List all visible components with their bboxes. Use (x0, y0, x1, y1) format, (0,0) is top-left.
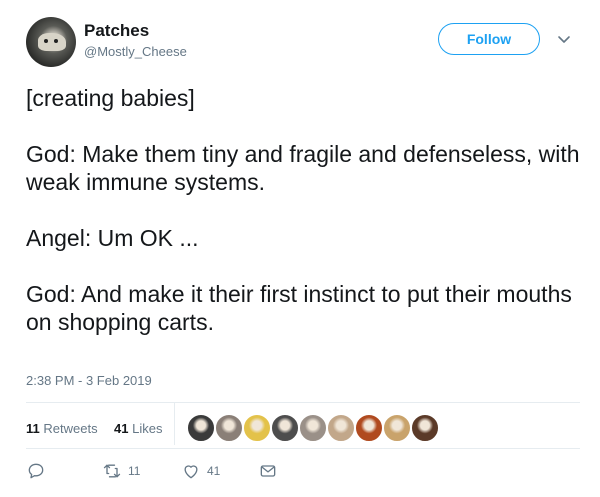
divider (26, 402, 580, 403)
retweets-count: 11 (26, 421, 40, 436)
liker-avatar[interactable] (186, 413, 216, 443)
tweet-paragraph: [creating babies] (26, 85, 195, 111)
tweet-header: Patches @Mostly_Cheese Follow (26, 17, 580, 67)
tweet-timestamp[interactable]: 2:38 PM - 3 Feb 2019 (26, 373, 152, 388)
like-button[interactable]: 41 (181, 460, 220, 482)
stats-separator (174, 403, 175, 445)
likes-count: 41 (114, 421, 129, 436)
liker-avatar[interactable] (270, 413, 300, 443)
like-count: 41 (207, 464, 221, 478)
liker-avatar[interactable] (326, 413, 356, 443)
divider (26, 448, 580, 449)
retweets-label: Retweets (43, 421, 98, 436)
chevron-down-icon[interactable] (556, 31, 572, 47)
liker-avatar[interactable] (298, 413, 328, 443)
user-handle[interactable]: @Mostly_Cheese (84, 43, 187, 61)
liker-avatar[interactable] (354, 413, 384, 443)
liker-avatar[interactable] (382, 413, 412, 443)
reply-icon (28, 463, 44, 479)
likes-label: Likes (132, 421, 163, 436)
likes-stat[interactable]: 41 Likes (114, 421, 162, 436)
liker-avatar[interactable] (410, 413, 440, 443)
retweet-count: 11 (128, 464, 141, 478)
avatar[interactable] (26, 17, 76, 67)
reply-button[interactable] (26, 460, 46, 482)
liker-avatar[interactable] (242, 413, 272, 443)
tweet-paragraph: God: Make them tiny and fragile and defe… (26, 141, 580, 195)
like-icon (184, 465, 198, 479)
message-button[interactable] (258, 460, 278, 482)
follow-button[interactable]: Follow (438, 23, 540, 55)
retweets-stat[interactable]: 11 Retweets (26, 421, 98, 436)
retweet-icon (103, 464, 121, 478)
tweet-paragraph: Angel: Um OK ... (26, 225, 199, 251)
message-icon (260, 465, 276, 477)
retweet-button[interactable]: 11 (102, 460, 140, 482)
tweet-text: [creating babies] God: Make them tiny an… (26, 84, 586, 364)
display-name[interactable]: Patches (84, 21, 187, 41)
tweet-paragraph: God: And make it their first instinct to… (26, 281, 572, 335)
user-info[interactable]: Patches @Mostly_Cheese (84, 21, 187, 61)
liker-avatar[interactable] (214, 413, 244, 443)
